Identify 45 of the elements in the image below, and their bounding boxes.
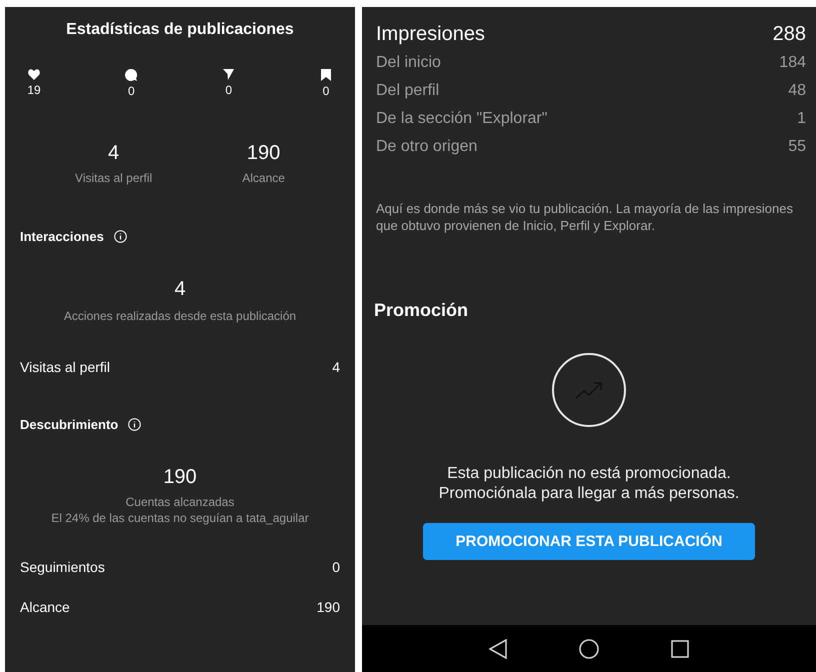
section-heading: Promoción bbox=[374, 300, 470, 321]
engagement-count: 19 bbox=[27, 83, 41, 97]
row-label: Alcance bbox=[20, 599, 70, 615]
stat-value: 190 bbox=[163, 466, 197, 489]
recents-icon[interactable] bbox=[671, 640, 689, 658]
screen-title: Estadísticas de publicaciones bbox=[65, 21, 295, 39]
source-value: 48 bbox=[788, 82, 806, 100]
impressions-total: 288 bbox=[772, 23, 806, 46]
stat-label: Visitas al perfil bbox=[75, 171, 152, 185]
section-heading: Descubrimiento bbox=[20, 417, 118, 432]
row-label: Visitas al perfil bbox=[20, 359, 110, 375]
stat-caption: Acciones realizadas desde esta publicación bbox=[64, 309, 296, 323]
source-label: Del perfil bbox=[376, 82, 440, 100]
impressions-note: Aquí es donde más se vio tu publicación. La mayoría de las impresiones que obtuvo provienen de Inicio, Perfil y Explorar. bbox=[376, 200, 794, 234]
row-value: 4 bbox=[332, 359, 340, 375]
stat-value: 4 bbox=[174, 278, 186, 301]
home-icon[interactable] bbox=[579, 638, 599, 658]
heart-icon bbox=[28, 69, 40, 80]
row-value: 0 bbox=[332, 559, 340, 575]
stat-value: 190 bbox=[246, 142, 280, 165]
info-icon[interactable] bbox=[128, 418, 142, 431]
source-label: De la sección "Explorar" bbox=[376, 110, 548, 128]
back-icon[interactable] bbox=[489, 638, 507, 658]
engagement-count: 0 bbox=[225, 83, 232, 97]
info-icon[interactable] bbox=[114, 230, 127, 243]
promotion-message: Promociónala para llegar a más personas. bbox=[438, 485, 740, 503]
section-heading: Interacciones bbox=[20, 229, 104, 244]
source-value: 55 bbox=[788, 138, 806, 156]
source-label: Del inicio bbox=[376, 54, 441, 72]
promote-button[interactable]: PROMOCIONAR ESTA PUBLICACIÓN bbox=[423, 523, 755, 560]
engagement-count: 0 bbox=[128, 84, 135, 98]
source-value: 1 bbox=[797, 110, 806, 128]
row-label: Seguimientos bbox=[20, 559, 105, 575]
promotion-message: Esta publicación no está promocionada. bbox=[447, 465, 731, 483]
stat-caption: Cuentas alcanzadas bbox=[126, 495, 234, 509]
stat-label: Alcance bbox=[242, 171, 285, 185]
impressions-label: Impresiones bbox=[376, 23, 485, 46]
stat-note: El 24% de las cuentas no seguían a tata_aguilar bbox=[51, 511, 309, 525]
speech-bubble-icon bbox=[125, 69, 138, 81]
source-label: De otro origen bbox=[376, 138, 478, 156]
row-value: 190 bbox=[316, 599, 340, 615]
bookmark-icon bbox=[320, 69, 331, 81]
stat-value: 4 bbox=[108, 142, 120, 165]
engagement-count: 0 bbox=[322, 84, 330, 98]
source-value: 184 bbox=[779, 54, 806, 72]
